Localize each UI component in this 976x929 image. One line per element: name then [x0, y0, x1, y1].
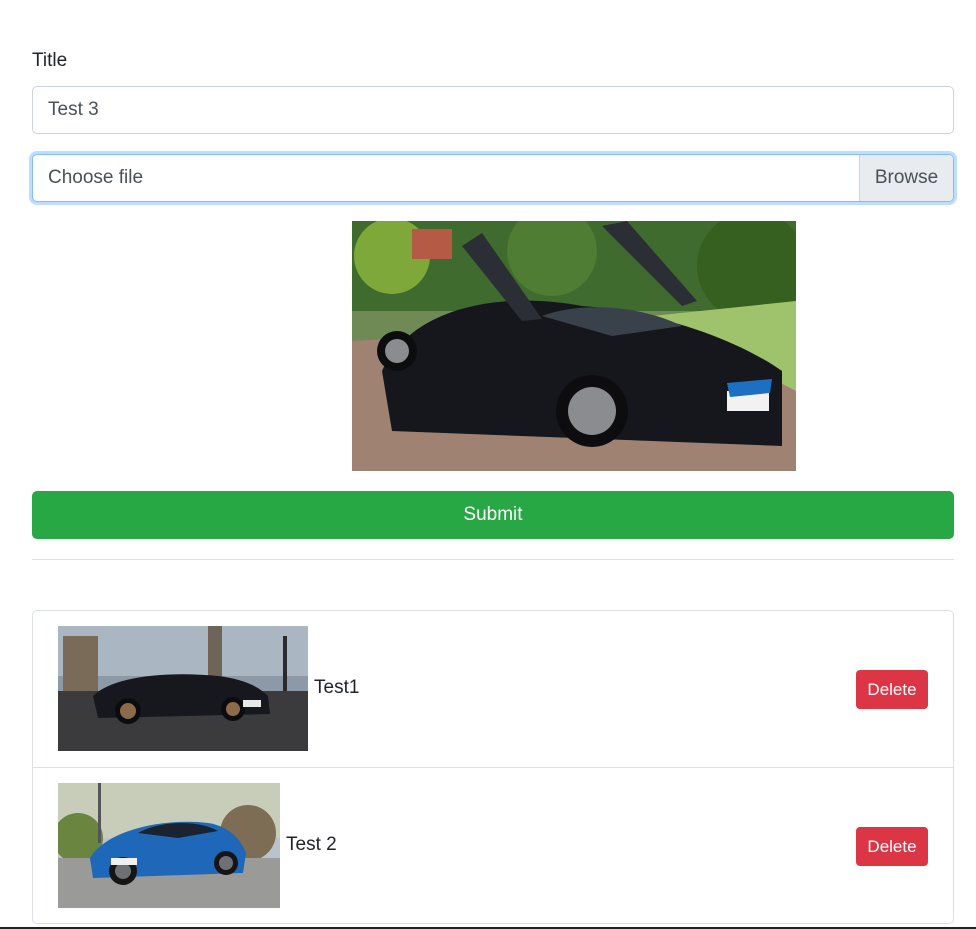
submit-button[interactable]: Submit: [32, 491, 954, 539]
item-thumbnail: [58, 783, 280, 908]
file-input-label: Choose file: [48, 167, 144, 188]
image-preview: [352, 221, 796, 471]
car-photo-icon: [58, 783, 280, 908]
uploaded-list: Test1 Delete Test 2 Delete: [32, 610, 954, 924]
item-title: Test1: [314, 677, 360, 698]
browse-button[interactable]: Browse: [859, 155, 953, 201]
list-item: Test 2 Delete: [33, 767, 953, 923]
divider: [32, 559, 954, 560]
title-input[interactable]: [32, 86, 954, 134]
delete-button[interactable]: Delete: [856, 827, 928, 866]
file-input[interactable]: Choose file Browse: [32, 154, 954, 202]
delete-button[interactable]: Delete: [856, 670, 928, 709]
title-label: Title: [32, 50, 68, 71]
page: Title Choose file Browse: [0, 0, 976, 929]
car-photo-icon: [352, 221, 796, 471]
car-photo-icon: [58, 626, 308, 751]
item-title: Test 2: [286, 834, 337, 855]
list-item: Test1 Delete: [33, 611, 953, 767]
item-thumbnail: [58, 626, 308, 751]
